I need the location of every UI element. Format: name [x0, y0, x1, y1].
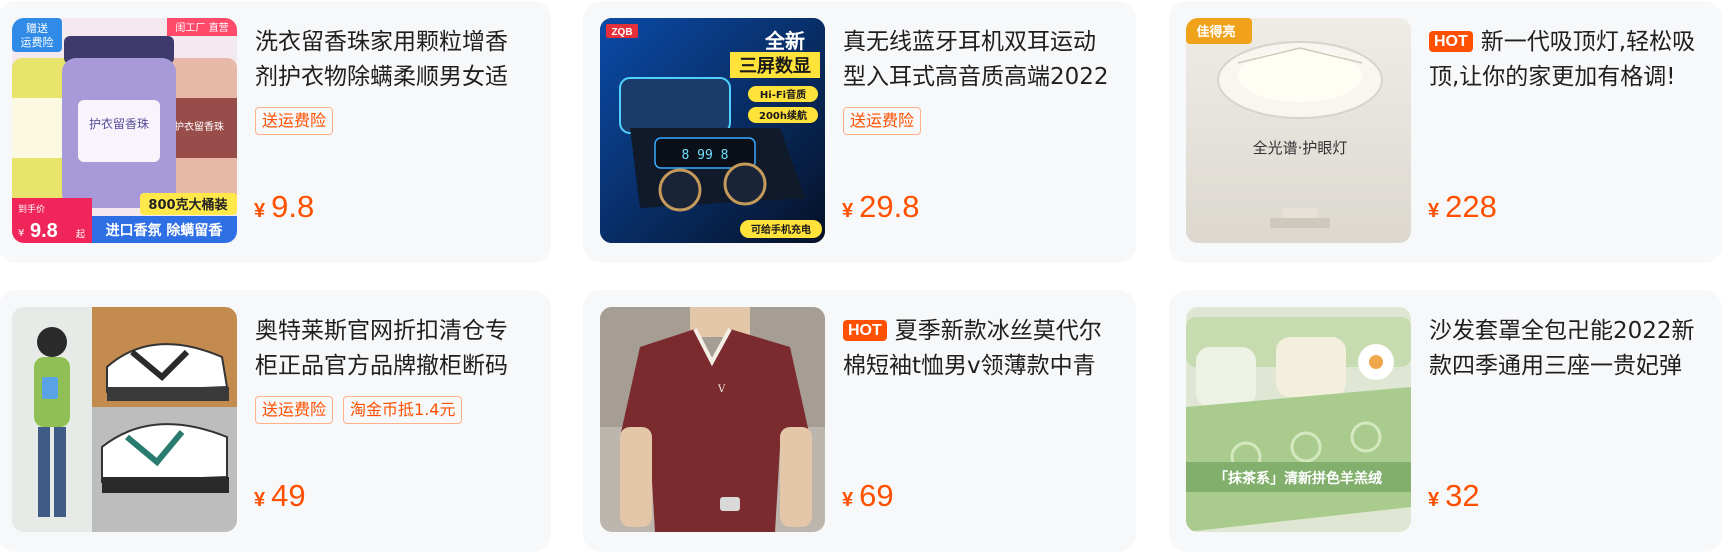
product-title[interactable]: HOT 夏季新款冰丝莫代尔棉短袖t恤男v领薄款中青	[843, 314, 1118, 384]
product-image-sofa-cover[interactable]: 「抹茶系」清新拼色羊羔绒	[1186, 307, 1411, 532]
currency-symbol: ¥	[1428, 200, 1440, 222]
currency-symbol: ¥	[254, 200, 266, 222]
product-title[interactable]: 洗衣留香珠家用颗粒增香剂护衣物除螨柔顺男女适	[255, 25, 530, 95]
svg-text:可给手机充电: 可给手机充电	[751, 223, 811, 236]
shipping-insurance-tag: 送运费险	[843, 107, 922, 135]
product-title[interactable]: 奥特莱斯官网折扣清仓专柜正品官方品牌撤柜断码	[255, 314, 530, 384]
svg-text:起: 起	[76, 229, 85, 240]
product-image-ceiling-lamp[interactable]: 佳得亮 全光谱·护眼灯	[1186, 18, 1411, 243]
product-card[interactable]: 佳得亮 全光谱·护眼灯 HOT 新一代吸顶灯,轻松吸顶,让你的家更加有格调! ¥2…	[1169, 1, 1722, 263]
brand-logo: ZQB	[611, 27, 632, 38]
product-title[interactable]: 沙发套罩全包卍能2022新款四季通用三座一贵妃弹	[1429, 314, 1704, 384]
svg-text:V: V	[717, 384, 726, 395]
svg-text:Hi-Fi音质: Hi-Fi音质	[760, 88, 806, 101]
price-value: 228	[1445, 189, 1497, 224]
product-card[interactable]: ZQB 全新 三屏数显 Hi-Fi音质 200h续航 8 99 8 可给手机充电…	[583, 1, 1136, 263]
hot-badge: HOT	[843, 320, 887, 341]
bottom-price: 9.8	[30, 220, 58, 242]
size-label: 800克大桶装	[148, 197, 227, 213]
svg-text:三屏数显: 三屏数显	[739, 55, 811, 77]
shipping-insurance-tag: 送运费险	[255, 107, 334, 135]
tag-list: 送运费险 淘金币抵1.4元	[255, 396, 463, 424]
shipping-insurance-tag: 送运费险	[255, 396, 334, 424]
hot-badge: HOT	[1429, 31, 1473, 52]
product-grid: 护衣留香珠 护衣留香珠 赠送 运费险 闺工厂 直营 800克大桶装 到手价 ¥ …	[0, 0, 1728, 552]
product-card[interactable]: 护衣留香珠 护衣留香珠 赠送 运费险 闺工厂 直营 800克大桶装 到手价 ¥ …	[0, 1, 551, 263]
brand-badge: 闺工厂 直营	[175, 21, 228, 34]
product-card[interactable]: 「抹茶系」清新拼色羊羔绒 沙发套罩全包卍能2022新款四季通用三座一贵妃弹 ¥3…	[1169, 290, 1722, 552]
svg-text:¥: ¥	[18, 228, 24, 239]
product-price: ¥32	[1428, 478, 1480, 514]
jar-label: 护衣留香珠	[89, 116, 149, 131]
product-price: ¥69	[842, 478, 894, 514]
currency-symbol: ¥	[842, 200, 854, 222]
product-price: ¥29.8	[842, 189, 919, 225]
price-value: 49	[271, 478, 306, 513]
price-value: 9.8	[271, 189, 315, 224]
product-image-tshirt[interactable]: V	[600, 307, 825, 532]
lamp-caption: 全光谱·护眼灯	[1253, 139, 1348, 157]
product-card[interactable]: V HOT 夏季新款冰丝莫代尔棉短袖t恤男v领薄款中青 ¥69	[583, 290, 1136, 552]
tag-list: 送运费险	[255, 107, 334, 135]
product-title[interactable]: 真无线蓝牙耳机双耳运动型入耳式高音质高端2022	[843, 25, 1118, 95]
currency-symbol: ¥	[254, 489, 266, 511]
product-image-earbuds[interactable]: ZQB 全新 三屏数显 Hi-Fi音质 200h续航 8 99 8 可给手机充电	[600, 18, 825, 243]
product-title[interactable]: HOT 新一代吸顶灯,轻松吸顶,让你的家更加有格调!	[1429, 25, 1704, 95]
product-price: ¥228	[1428, 189, 1497, 225]
price-value: 29.8	[859, 189, 920, 224]
product-card[interactable]: 奥特莱斯官网折扣清仓专柜正品官方品牌撤柜断码 送运费险 淘金币抵1.4元 ¥49	[0, 290, 551, 552]
bottom-banner: 进口香氛 除螨留香	[106, 222, 224, 239]
coin-discount-tag: 淘金币抵1.4元	[343, 396, 463, 424]
product-image-laundry-beads[interactable]: 护衣留香珠 护衣留香珠 赠送 运费险 闺工厂 直营 800克大桶装 到手价 ¥ …	[12, 18, 237, 243]
brand-logo: 佳得亮	[1196, 24, 1235, 40]
product-price: ¥49	[254, 478, 306, 514]
currency-symbol: ¥	[1428, 489, 1440, 511]
price-value: 69	[859, 478, 894, 513]
svg-text:护衣留香珠: 护衣留香珠	[174, 120, 224, 133]
svg-text:全新: 全新	[764, 29, 805, 53]
tag-list: 送运费险	[843, 107, 922, 135]
product-image-sneakers[interactable]	[12, 307, 237, 532]
svg-text:200h续航: 200h续航	[759, 109, 807, 122]
svg-text:赠送: 赠送	[26, 21, 48, 35]
svg-text:8 99 8: 8 99 8	[682, 148, 729, 163]
bottom-price-label: 到手价	[18, 203, 45, 215]
svg-text:运费险: 运费险	[21, 35, 54, 49]
currency-symbol: ¥	[842, 489, 854, 511]
sofa-caption: 「抹茶系」清新拼色羊羔绒	[1214, 470, 1382, 487]
product-price: ¥9.8	[254, 189, 314, 225]
price-value: 32	[1445, 478, 1480, 513]
